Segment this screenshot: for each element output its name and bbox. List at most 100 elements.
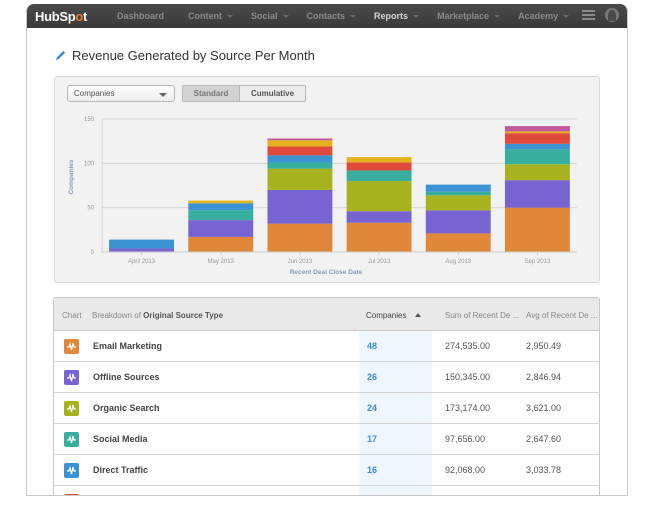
x-tick-label: Jul 2013 [368, 259, 391, 265]
bar-segment[interactable] [188, 236, 254, 252]
header-companies[interactable]: Companies [366, 311, 422, 320]
nav-item-contacts[interactable]: Contacts [307, 11, 357, 21]
source-name[interactable]: Organic Search [93, 403, 160, 413]
table-row[interactable]: Paid Search983,540.002,488.49 [54, 486, 599, 495]
avg-value: 2,647.60 [526, 434, 562, 444]
y-tick-label: 100 [84, 161, 95, 167]
chart-bars [109, 126, 570, 252]
bar-segment[interactable] [425, 210, 491, 234]
bar-segment[interactable] [188, 200, 254, 204]
bar-segment[interactable] [267, 189, 333, 224]
chevron-down-icon [494, 14, 501, 18]
chart-toggle-icon[interactable] [64, 339, 79, 354]
nav-item-social[interactable]: Social [251, 11, 289, 21]
bar-segment[interactable] [425, 233, 491, 252]
bar-segment[interactable] [109, 239, 175, 249]
bar-segment[interactable] [346, 170, 412, 182]
sum-value: 92,068.00 [445, 465, 486, 475]
app-window: HubSpot Dashboard Content Social Contact… [26, 4, 628, 496]
bar-segment[interactable] [425, 191, 491, 196]
nav-item-academy[interactable]: Academy [518, 11, 570, 21]
x-tick-label: Aug 2013 [445, 259, 471, 265]
chart-toggle-icon[interactable] [64, 370, 79, 385]
nav-item-reports[interactable]: Reports [374, 11, 420, 21]
companies-count[interactable]: 17 [367, 434, 377, 444]
header-sum[interactable]: Sum of Recent De ... [445, 311, 519, 320]
source-name[interactable]: Direct Traffic [93, 465, 148, 475]
companies-count[interactable]: 24 [367, 403, 377, 413]
bar-segment[interactable] [267, 140, 333, 147]
chart-toggle-icon[interactable] [64, 401, 79, 416]
x-tick-label: Jun 2013 [288, 259, 313, 265]
chevron-down-icon [563, 14, 570, 18]
hamburger-icon[interactable] [582, 10, 595, 20]
companies-count[interactable]: 48 [367, 341, 377, 351]
bar-segment[interactable] [346, 162, 412, 171]
sum-value: 173,174.00 [445, 403, 491, 413]
chevron-down-icon [413, 14, 420, 18]
nav-item-dashboard[interactable]: Dashboard [117, 11, 164, 21]
hubspot-logo[interactable]: HubSpot [35, 9, 105, 24]
chart-toggle-icon[interactable] [64, 494, 79, 495]
table-header: Chart Breakdown of Original Source Type … [54, 298, 599, 331]
source-name[interactable]: Offline Sources [93, 372, 160, 382]
x-tick-label: Sep 2013 [525, 259, 551, 265]
table-row[interactable]: Email Marketing 48 274,535.00 2,950.49 [54, 331, 599, 362]
companies-count[interactable]: 26 [367, 372, 377, 382]
bar-segment[interactable] [346, 157, 412, 163]
top-navigation-bar: HubSpot Dashboard Content Social Contact… [27, 4, 627, 28]
source-name[interactable]: Email Marketing [93, 341, 162, 351]
nav-item-marketplace[interactable]: Marketplace [437, 11, 501, 21]
y-tick-label: 0 [91, 250, 95, 256]
bar-segment[interactable] [425, 195, 491, 211]
bar-segment[interactable] [504, 133, 570, 144]
table-row[interactable]: Social Media 17 97,656.00 2,647.60 [54, 424, 599, 455]
table-row[interactable]: Direct Traffic 16 92,068.00 3,033.78 [54, 455, 599, 486]
bar-segment[interactable] [188, 203, 254, 211]
bar-segment[interactable] [346, 181, 412, 212]
bar-segment[interactable] [346, 222, 412, 252]
companies-count[interactable]: 16 [367, 465, 377, 475]
bar-segment[interactable] [267, 155, 333, 163]
bar-segment[interactable] [267, 138, 333, 141]
pencil-icon[interactable] [55, 50, 66, 61]
bar-segment[interactable] [267, 146, 333, 156]
sum-value: 150,345.00 [445, 372, 491, 382]
y-tick-label: 50 [87, 206, 94, 212]
chart-toggle-icon[interactable] [64, 432, 79, 447]
bar-segment[interactable] [267, 223, 333, 252]
bar-segment[interactable] [267, 168, 333, 190]
avg-value: 2,846.94 [526, 372, 562, 382]
nav-item-content[interactable]: Content [188, 11, 234, 21]
chart-toggle-icon[interactable] [64, 463, 79, 478]
table-row[interactable]: Organic Search 24 173,174.00 3,621.00 [54, 393, 599, 424]
table-row[interactable]: Offline Sources 26 150,345.00 2,846.94 [54, 362, 599, 393]
stacked-bar-chart: 0 50 100 150 April 2013 May 2013 Jun 2013 Jul … [68, 117, 577, 276]
header-breakdown[interactable]: Breakdown of Original Source Type [92, 311, 223, 320]
bar-segment[interactable] [425, 184, 491, 192]
x-axis-title: Recent Deal Close Date [290, 269, 363, 276]
bar-segment[interactable] [504, 126, 570, 132]
y-axis-title: Companies [68, 159, 75, 194]
header-avg[interactable]: Avg of Recent De ... [526, 311, 597, 320]
bar-segment[interactable] [504, 143, 570, 150]
bar-segment[interactable] [346, 211, 412, 223]
bar-segment[interactable] [504, 180, 570, 208]
page-title: Revenue Generated by Source Per Month [55, 48, 315, 63]
avg-value: 2,950.49 [526, 341, 562, 351]
bar-segment[interactable] [504, 164, 570, 181]
breakdown-table: Chart Breakdown of Original Source Type … [53, 297, 600, 495]
header-chart: Chart [62, 311, 82, 320]
bar-segment[interactable] [504, 207, 570, 252]
bar-segment[interactable] [504, 149, 570, 165]
user-avatar-icon[interactable] [605, 8, 619, 22]
source-name[interactable]: Social Media [93, 434, 148, 444]
bar-segment[interactable] [267, 162, 333, 169]
chevron-down-icon [282, 14, 289, 18]
bar-segment[interactable] [504, 131, 570, 134]
bar-segment[interactable] [188, 210, 254, 221]
chevron-down-icon [227, 14, 234, 18]
bar-segment[interactable] [109, 248, 175, 252]
bar-segment[interactable] [188, 220, 254, 237]
sum-value: 274,535.00 [445, 341, 491, 351]
